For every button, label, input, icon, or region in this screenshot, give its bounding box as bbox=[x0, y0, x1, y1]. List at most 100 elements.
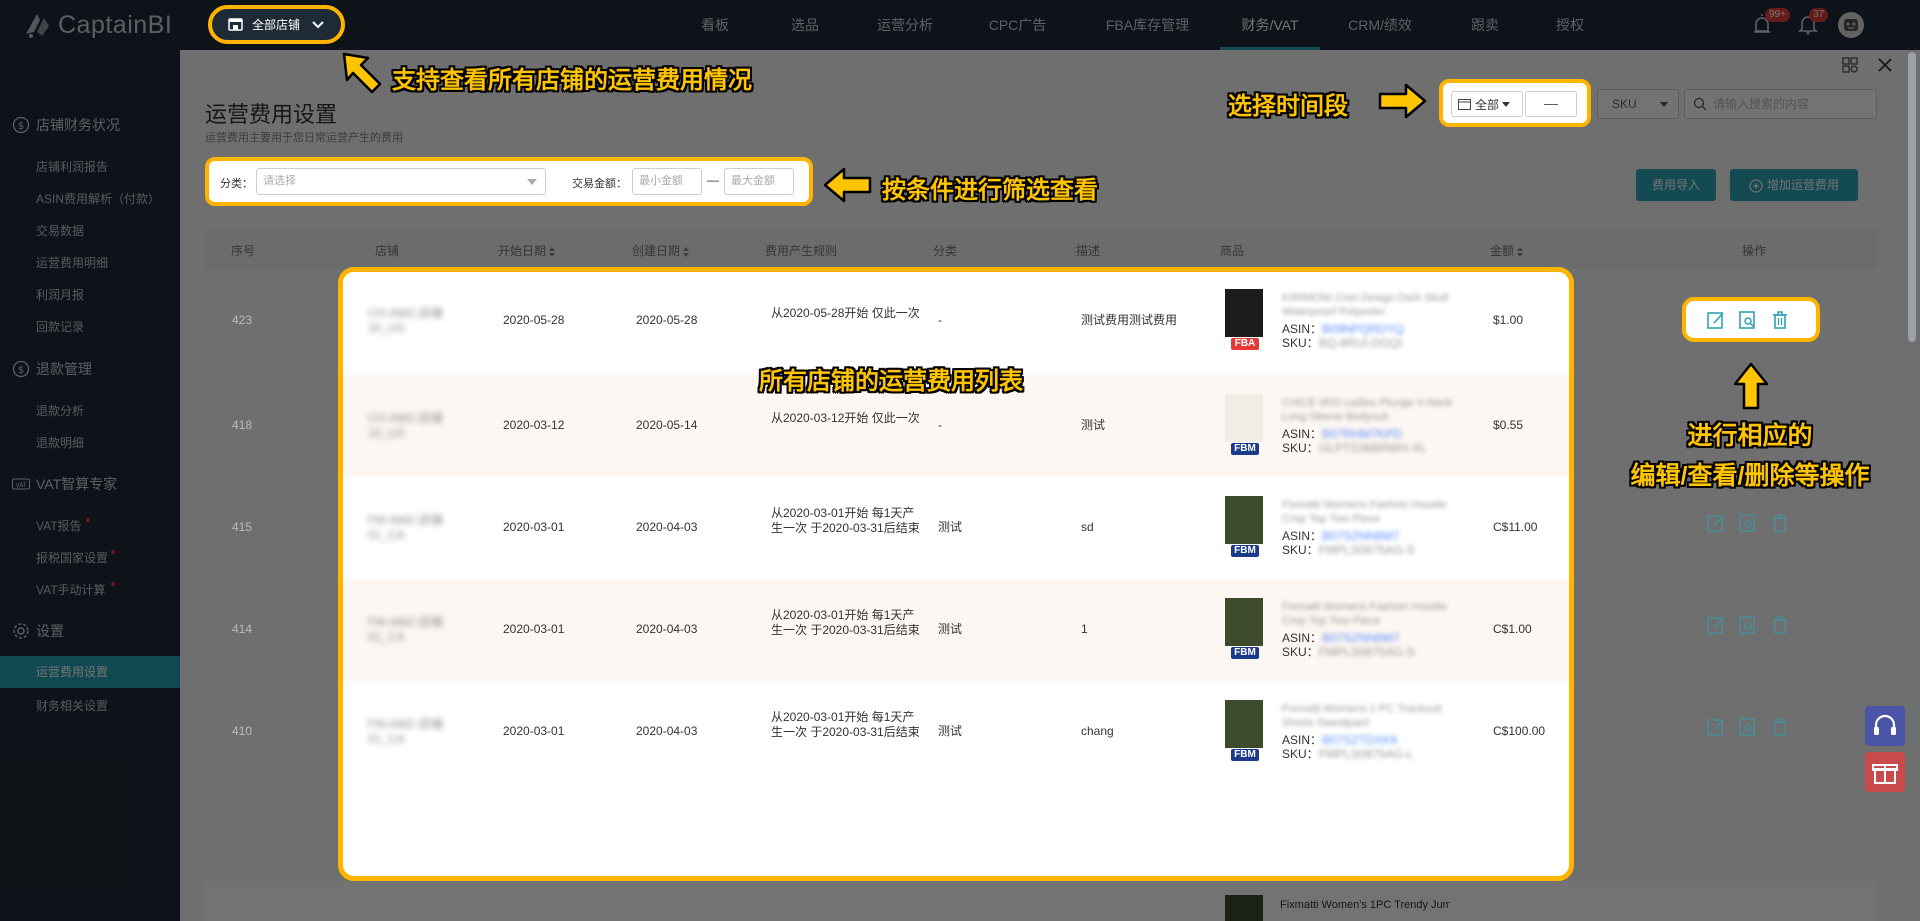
fulfillment-badge: FBM bbox=[1231, 647, 1259, 659]
sidebar-item-tax-country[interactable]: 报税国家设置 bbox=[36, 549, 108, 566]
sidebar-item-expense-settings[interactable]: 运营费用设置 bbox=[0, 656, 180, 688]
category-placeholder: 请选择 bbox=[263, 175, 296, 187]
cell-rule: 从2020-05-28开始 仅此一次 bbox=[771, 305, 920, 320]
cell-category: - bbox=[938, 312, 942, 327]
arrow-icon bbox=[342, 52, 382, 94]
nav-authorization[interactable]: 授权 bbox=[1530, 0, 1610, 50]
sidebar-item-expense-detail[interactable]: 运营费用明细 bbox=[36, 254, 108, 271]
edit-icon[interactable] bbox=[1706, 615, 1726, 635]
delete-icon[interactable] bbox=[1770, 513, 1790, 533]
sku-value: GLPTS36BRWH-XL bbox=[1318, 441, 1427, 455]
sort-icon bbox=[549, 246, 556, 257]
avatar[interactable] bbox=[1838, 12, 1864, 38]
cell-description: sd bbox=[1081, 520, 1094, 534]
cell-category: 测试 bbox=[938, 724, 963, 738]
sidebar-item-payback[interactable]: 回款记录 bbox=[36, 318, 84, 335]
cell-category: - bbox=[938, 418, 942, 432]
sidebar-group-settings[interactable]: 设置 bbox=[12, 621, 64, 641]
grid-icon[interactable] bbox=[1841, 56, 1859, 74]
search-type-select[interactable]: SKU bbox=[1597, 89, 1679, 119]
sidebar-item-monthly-profit[interactable]: 利润月报 bbox=[36, 286, 84, 303]
time-range-custom[interactable]: — bbox=[1525, 91, 1577, 117]
product-image[interactable] bbox=[1225, 496, 1263, 544]
sidebar-item-profit-report[interactable]: 店铺利润报告 bbox=[36, 158, 108, 175]
product-sku: SKU：FMPLS0875AG-L bbox=[1282, 745, 1413, 762]
arrow-icon bbox=[1378, 83, 1427, 119]
view-icon[interactable] bbox=[1738, 615, 1758, 635]
logo[interactable]: CaptainBI bbox=[22, 9, 172, 41]
max-amount-input[interactable]: 最大金额 bbox=[724, 168, 794, 195]
delete-icon[interactable] bbox=[1770, 615, 1790, 635]
nav-cpc-ads[interactable]: CPC广告 bbox=[960, 0, 1075, 50]
edit-icon[interactable] bbox=[1706, 717, 1726, 737]
edit-icon[interactable] bbox=[1706, 310, 1726, 330]
gear-icon bbox=[13, 623, 29, 639]
row-actions bbox=[1706, 717, 1802, 737]
svg-text:$: $ bbox=[18, 121, 24, 132]
add-expense-button[interactable]: 增加运营费用 bbox=[1730, 169, 1858, 201]
product-sku: SKU：FMPLS0875AG-S bbox=[1282, 643, 1415, 660]
sidebar-item-refund-analysis[interactable]: 退款分析 bbox=[36, 402, 84, 419]
view-icon[interactable] bbox=[1738, 513, 1758, 533]
sidebar-item-asin-fee[interactable]: ASIN费用解析（付款） bbox=[36, 190, 160, 207]
import-button[interactable]: 费用导入 bbox=[1636, 169, 1716, 201]
col-actions: 操作 bbox=[1742, 244, 1767, 258]
nav-product-selection[interactable]: 选品 bbox=[760, 0, 850, 50]
sidebar-item-transactions[interactable]: 交易数据 bbox=[36, 222, 84, 239]
sku-value: BQ-8RUI-DGQI bbox=[1318, 335, 1403, 350]
store-selector-highlight[interactable]: 全部店铺 bbox=[208, 5, 345, 44]
view-icon[interactable] bbox=[1738, 717, 1758, 737]
sidebar-group-vat[interactable]: VAT VAT智算专家 bbox=[12, 474, 117, 494]
scrollbar[interactable] bbox=[1908, 52, 1916, 342]
cell-description: 测试费用测试费用 bbox=[1081, 312, 1178, 327]
dollar-circle-icon: $ bbox=[12, 116, 30, 134]
time-range-select[interactable]: 全部 bbox=[1451, 91, 1523, 117]
product-title[interactable]: Fixmatti Womens 2 PC Tracksuit Shorts Sw… bbox=[1282, 702, 1452, 730]
delete-icon[interactable] bbox=[1770, 310, 1790, 330]
product-image[interactable] bbox=[1225, 394, 1263, 442]
product-image[interactable] bbox=[1225, 288, 1263, 337]
row-id: 414 bbox=[232, 622, 253, 636]
product-title[interactable]: CHICE IRIS Ladies Plunge V-Neck Long Sle… bbox=[1282, 396, 1452, 424]
gift-icon bbox=[1872, 764, 1898, 784]
nav-fba-inventory[interactable]: FBA库存管理 bbox=[1075, 0, 1220, 50]
nav-finance-vat[interactable]: 财务/VAT bbox=[1220, 0, 1320, 50]
nav-follow-sell[interactable]: 跟卖 bbox=[1440, 0, 1530, 50]
cell-start-date: 2020-03-01 bbox=[503, 724, 565, 738]
nav-crm[interactable]: CRM/绩效 bbox=[1320, 0, 1440, 50]
nav-dashboard[interactable]: 看板 bbox=[670, 0, 760, 50]
edit-icon[interactable] bbox=[1706, 513, 1726, 533]
cell-rule: 从2020-03-01开始 每1天产生一次 于2020-03-31后结束 bbox=[771, 710, 920, 739]
col-start-date[interactable]: 开始日期 bbox=[498, 242, 556, 259]
page-title: 运营费用设置 bbox=[205, 102, 338, 127]
product-title[interactable]: Fixmatti Womens Fashion Hoodie Crop Top … bbox=[1282, 498, 1452, 526]
sidebar-group-refund[interactable]: $ 退款管理 bbox=[12, 359, 92, 379]
min-amount-input[interactable]: 最小金额 bbox=[632, 168, 702, 195]
close-icon[interactable] bbox=[1876, 56, 1894, 74]
customer-service-button[interactable] bbox=[1865, 706, 1905, 746]
sidebar-item-finance-settings[interactable]: 财务相关设置 bbox=[36, 697, 108, 714]
product-image[interactable] bbox=[1225, 700, 1263, 748]
category-select[interactable]: 请选择 bbox=[256, 168, 546, 195]
product-title[interactable]: KIRIMONI Cool Design Dark Skull Waterpro… bbox=[1282, 291, 1452, 319]
gift-button[interactable] bbox=[1865, 752, 1905, 792]
category-label: 分类： bbox=[220, 178, 253, 190]
col-amount[interactable]: 金额 bbox=[1490, 242, 1524, 259]
product-image[interactable] bbox=[1225, 598, 1263, 646]
sidebar-group-store-finance[interactable]: $ 店铺财务状况 bbox=[12, 115, 120, 135]
search-input[interactable]: 请输入搜索的内容 bbox=[1684, 89, 1877, 119]
table-row: 410FM-AMZ-店铺01_CA2020-03-012020-04-03从20… bbox=[343, 681, 1569, 783]
sidebar-item-refund-detail[interactable]: 退款明细 bbox=[36, 434, 84, 451]
sidebar-item-vat-report[interactable]: VAT报告 bbox=[36, 517, 82, 534]
delete-icon[interactable] bbox=[1770, 717, 1790, 737]
callout-actions-line1: 进行相应的 bbox=[1687, 422, 1813, 450]
sku-label: SKU： bbox=[1282, 543, 1319, 557]
store-selector-label: 全部店铺 bbox=[252, 18, 301, 32]
col-created-date[interactable]: 创建日期 bbox=[632, 242, 690, 259]
nav-operation-analysis[interactable]: 运营分析 bbox=[850, 0, 960, 50]
view-icon[interactable] bbox=[1738, 310, 1758, 330]
sidebar-item-vat-manual[interactable]: VAT手动计算 bbox=[36, 581, 106, 598]
table-row: 423CH-AMZ-店铺10_US2020-05-282020-05-28从20… bbox=[343, 272, 1569, 369]
col-created-date-label: 创建日期 bbox=[632, 244, 681, 258]
product-title[interactable]: Fixmatti Womens Fashion Hoodie Crop Top … bbox=[1282, 600, 1452, 628]
